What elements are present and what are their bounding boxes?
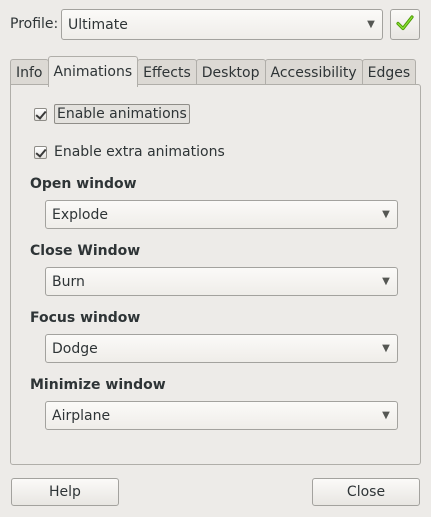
close-window-value: Burn bbox=[52, 273, 85, 290]
tab-accessibility[interactable]: Accessibility bbox=[264, 59, 363, 86]
check-icon bbox=[395, 13, 415, 37]
profile-select[interactable]: Ultimate ▼ bbox=[61, 9, 383, 40]
profile-label: Profile: bbox=[10, 16, 59, 32]
focus-window-title: Focus window bbox=[30, 310, 141, 326]
tab-bar: Info Animations Effects Desktop Accessib… bbox=[10, 56, 417, 87]
enable-extra-animations-checkbox[interactable] bbox=[34, 145, 47, 159]
chevron-down-icon: ▼ bbox=[382, 276, 390, 287]
close-button[interactable]: Close bbox=[312, 478, 420, 506]
close-window-select[interactable]: Burn ▼ bbox=[45, 267, 398, 296]
tab-edges[interactable]: Edges bbox=[361, 59, 417, 86]
minimize-window-title: Minimize window bbox=[30, 377, 166, 393]
close-window-title: Close Window bbox=[30, 243, 141, 259]
chevron-down-icon: ▼ bbox=[382, 209, 390, 220]
enable-animations-checkbox[interactable] bbox=[34, 107, 47, 121]
minimize-window-value: Airplane bbox=[52, 407, 111, 424]
chevron-down-icon: ▼ bbox=[382, 343, 390, 354]
open-window-title: Open window bbox=[30, 176, 137, 192]
profile-select-value: Ultimate bbox=[68, 16, 128, 33]
minimize-window-select[interactable]: Airplane ▼ bbox=[45, 401, 398, 430]
settings-window: Profile: Ultimate ▼ Info Animations Effe… bbox=[0, 0, 431, 517]
tab-effects[interactable]: Effects bbox=[137, 59, 197, 86]
enable-animations-label[interactable]: Enable animations bbox=[54, 104, 190, 124]
focus-window-select[interactable]: Dodge ▼ bbox=[45, 334, 398, 363]
tab-desktop[interactable]: Desktop bbox=[195, 59, 266, 86]
enable-extra-animations-row[interactable]: Enable extra animations bbox=[34, 144, 225, 160]
help-button[interactable]: Help bbox=[11, 478, 119, 506]
chevron-down-icon: ▼ bbox=[367, 19, 375, 30]
tab-info[interactable]: Info bbox=[10, 59, 49, 86]
open-window-select[interactable]: Explode ▼ bbox=[45, 200, 398, 229]
tab-animations[interactable]: Animations bbox=[47, 56, 139, 87]
open-window-value: Explode bbox=[52, 206, 108, 223]
apply-profile-button[interactable] bbox=[390, 9, 420, 40]
focus-window-value: Dodge bbox=[52, 340, 98, 357]
enable-extra-animations-label[interactable]: Enable extra animations bbox=[54, 144, 225, 160]
animations-page: Enable animations Enable extra animation… bbox=[10, 84, 421, 465]
chevron-down-icon: ▼ bbox=[382, 410, 390, 421]
enable-animations-row[interactable]: Enable animations bbox=[34, 104, 190, 124]
